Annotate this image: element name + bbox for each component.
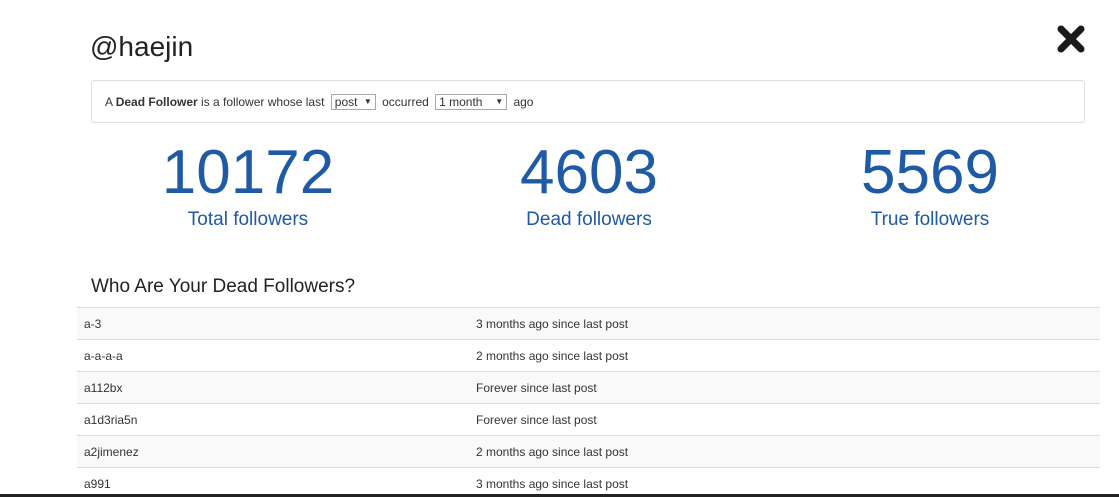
definition-prefix: A	[105, 94, 116, 109]
period-select[interactable]: 1 month ▼	[435, 93, 508, 110]
follower-name[interactable]: a1d3ria5n	[77, 404, 469, 436]
follower-status: 2 months ago since last post	[476, 444, 629, 459]
close-button[interactable]	[1056, 24, 1086, 54]
table-row: a-3 3 months ago since last post	[77, 307, 1100, 340]
follower-status: Forever since last post	[476, 380, 597, 395]
table-row: a2jimenez 2 months ago since last post	[77, 435, 1100, 468]
definition-middle: is a follower whose last	[197, 94, 328, 109]
total-followers-count: 10172	[161, 138, 335, 207]
follower-name[interactable]: a991	[77, 468, 469, 497]
dead-followers-stat: 4603 Dead followers	[489, 138, 689, 232]
follower-name[interactable]: a-3	[77, 308, 469, 340]
definition-occurred: occurred	[378, 94, 433, 109]
dead-followers-label: Dead followers	[526, 209, 652, 230]
follower-status: Forever since last post	[476, 412, 597, 427]
table-row: a991 3 months ago since last post	[77, 467, 1100, 497]
activity-select-value: post	[334, 94, 358, 109]
follower-status: 3 months ago since last post	[476, 476, 629, 491]
follower-name[interactable]: a2jimenez	[77, 436, 469, 468]
dead-followers-count: 4603	[520, 138, 658, 207]
follower-name[interactable]: a112bx	[77, 372, 469, 404]
true-followers-label: True followers	[870, 209, 990, 230]
follower-status: 2 months ago since last post	[476, 348, 629, 363]
section-title: Who Are Your Dead Followers?	[91, 276, 356, 297]
dead-follower-definition: A Dead Follower is a follower whose last…	[91, 80, 1085, 123]
follower-status: 3 months ago since last post	[476, 316, 629, 331]
table-row: a-a-a-a 2 months ago since last post	[77, 339, 1100, 372]
page-title: @haejin	[90, 31, 194, 62]
total-followers-label: Total followers	[187, 209, 309, 230]
dead-followers-table: a-3 3 months ago since last post a-a-a-a…	[77, 307, 1100, 497]
true-followers-stat: 5569 True followers	[830, 138, 1030, 232]
chevron-down-icon: ▼	[363, 96, 372, 106]
true-followers-count: 5569	[861, 138, 999, 207]
chevron-down-icon: ▼	[495, 96, 504, 106]
definition-suffix: ago	[510, 94, 534, 109]
total-followers-stat: 10172 Total followers	[148, 138, 348, 232]
dead-followers-page: @haejin A Dead Follower is a follower wh…	[0, 0, 1119, 497]
table-row: a1d3ria5n Forever since last post	[77, 403, 1100, 436]
follower-name[interactable]: a-a-a-a	[77, 340, 469, 372]
activity-select[interactable]: post ▼	[330, 93, 376, 110]
definition-term: Dead Follower	[115, 94, 198, 109]
close-icon	[1057, 25, 1085, 53]
period-select-value: 1 month	[439, 94, 483, 109]
table-row: a112bx Forever since last post	[77, 371, 1100, 404]
